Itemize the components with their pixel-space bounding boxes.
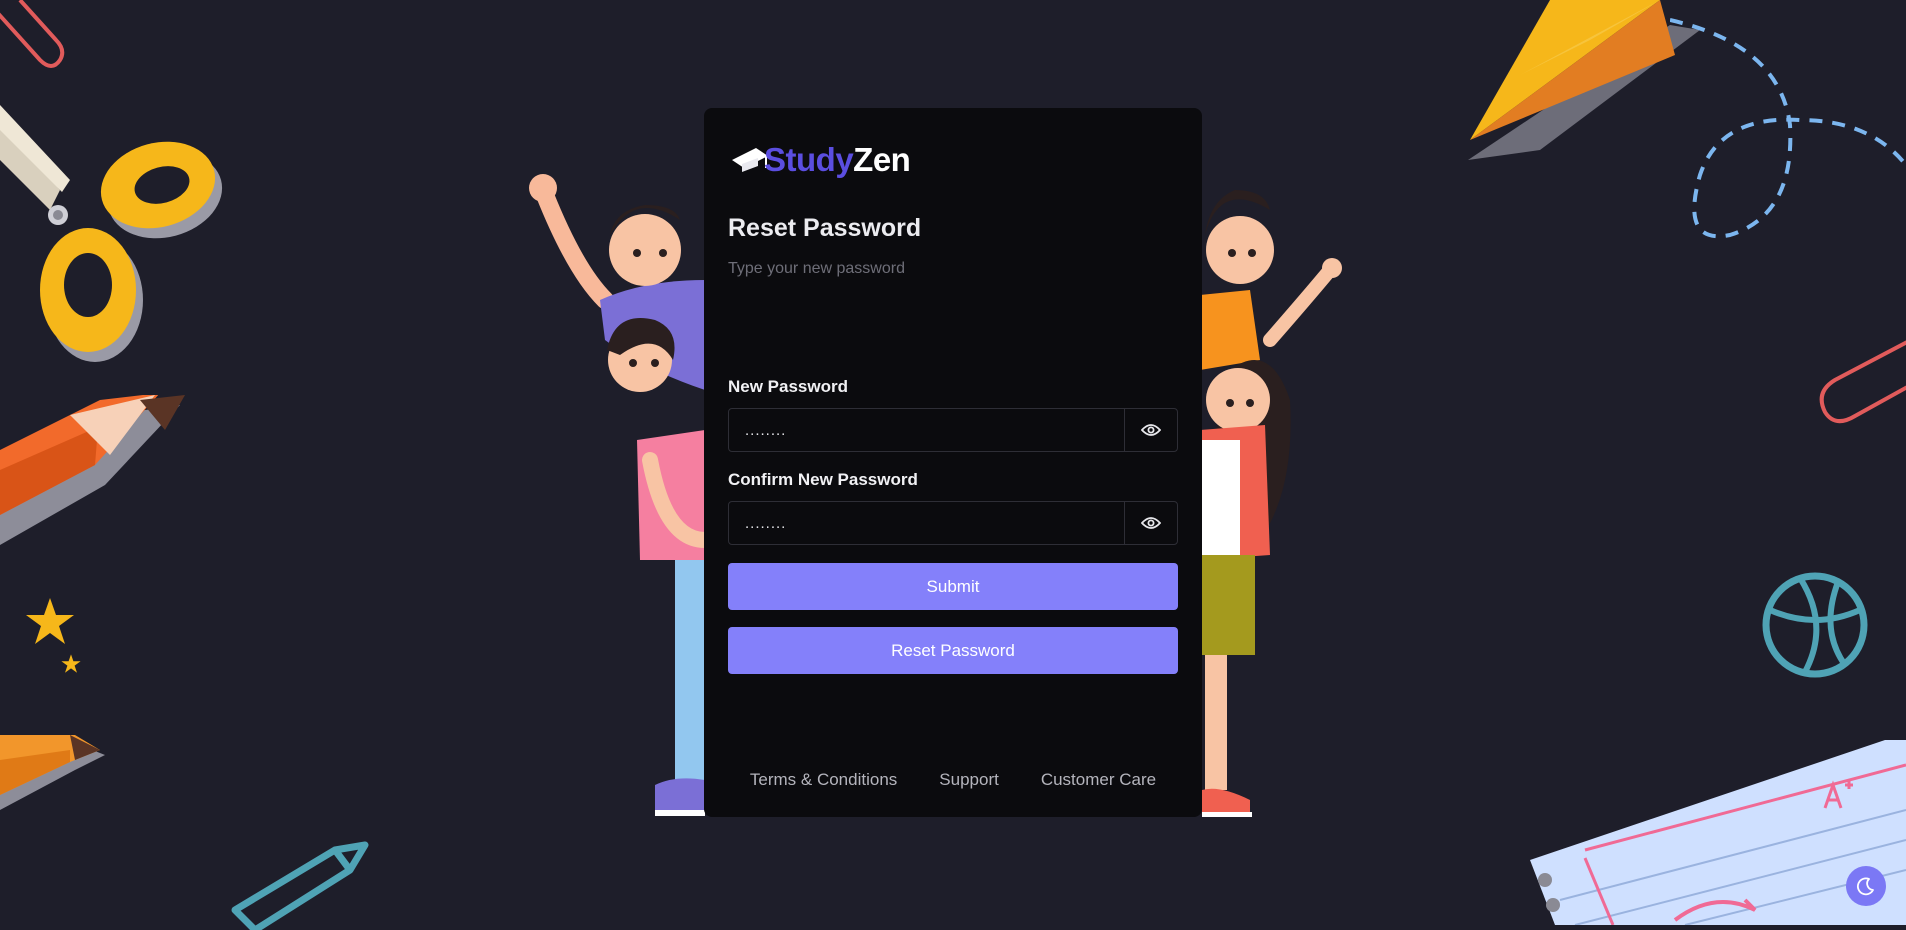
brand-logo[interactable]: StudyZen xyxy=(730,130,911,178)
moon-icon xyxy=(1856,877,1874,896)
customer-care-link[interactable]: Customer Care xyxy=(1041,770,1156,790)
submit-button[interactable]: Submit xyxy=(728,563,1178,610)
card-footer-links: Terms & Conditions Support Customer Care xyxy=(704,770,1202,790)
new-password-input[interactable] xyxy=(729,409,1124,451)
reset-password-card: StudyZen Reset Password Type your new pa… xyxy=(704,108,1202,817)
brand-name: StudyZen xyxy=(764,141,911,178)
star-icon xyxy=(26,598,74,644)
page-subtitle: Type your new password xyxy=(728,260,905,277)
toggle-new-password-visibility[interactable] xyxy=(1124,409,1177,451)
pencil-icon xyxy=(0,735,105,810)
eye-icon xyxy=(1141,517,1161,529)
paperclip-icon xyxy=(0,0,65,68)
new-password-field xyxy=(728,408,1178,452)
toggle-confirm-password-visibility[interactable] xyxy=(1124,502,1177,544)
support-link[interactable]: Support xyxy=(939,770,999,790)
kids-illustration-right xyxy=(1200,190,1342,817)
new-password-label: New Password xyxy=(728,377,848,396)
paperclip-icon xyxy=(1819,340,1906,424)
confirm-password-field xyxy=(728,501,1178,545)
terms-link[interactable]: Terms & Conditions xyxy=(750,770,897,790)
notebook-paper-icon xyxy=(1530,740,1906,925)
basketball-icon xyxy=(1762,572,1868,678)
eye-icon xyxy=(1141,424,1161,436)
theme-toggle-button[interactable] xyxy=(1846,866,1886,906)
dashed-loop-icon xyxy=(1670,18,1906,239)
pencil-icon xyxy=(0,395,185,545)
kids-illustration-left xyxy=(529,174,713,816)
reset-password-button[interactable]: Reset Password xyxy=(728,627,1178,674)
confirm-password-input[interactable] xyxy=(729,502,1124,544)
pencil-outline-icon xyxy=(231,841,369,930)
page-title: Reset Password xyxy=(728,214,922,242)
scissors-icon xyxy=(0,105,223,362)
confirm-password-label: Confirm New Password xyxy=(728,470,918,489)
star-icon xyxy=(61,654,81,673)
